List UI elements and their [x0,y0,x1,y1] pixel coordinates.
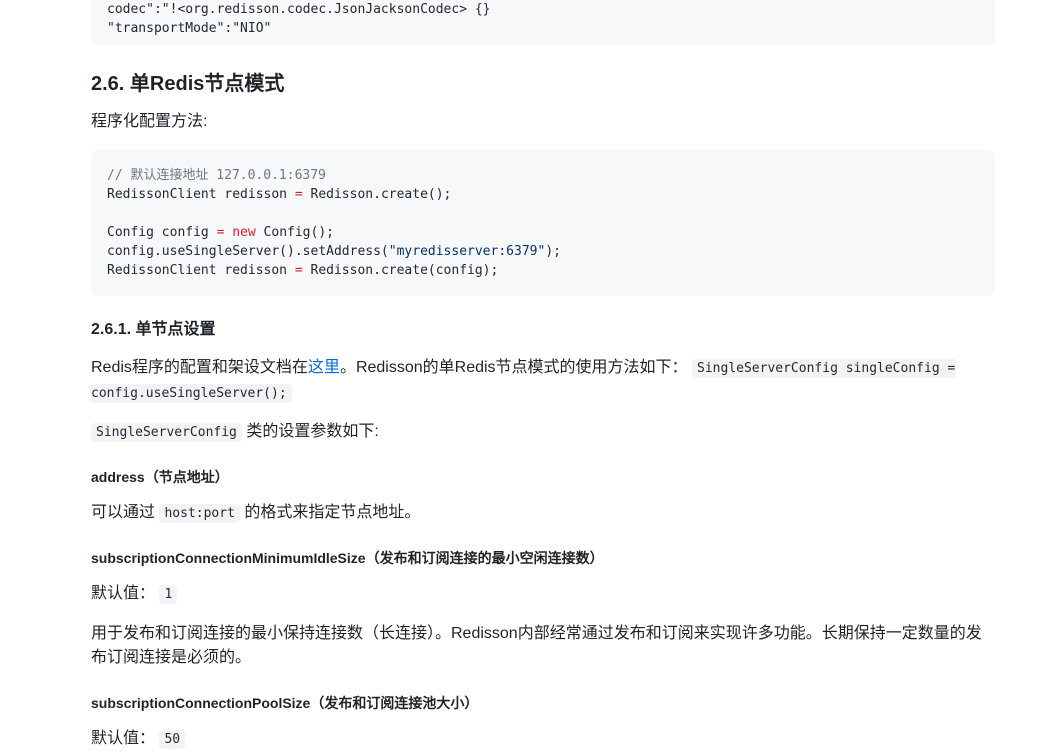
code-comment: // 默认连接地址 127.0.0.1:6379 [107,168,326,183]
code-line: RedissonClient redisson = Redisson.creat… [107,187,452,202]
param-heading-address: address（节点地址） [91,469,229,485]
code-line: codec":"!<org.redisson.codec.JsonJackson… [107,2,491,17]
config-doc-paragraph: Redis程序的配置和架设文档在这里。Redisson的单Redis节点模式的使… [91,359,956,403]
section-heading: 2.6. 单Redis节点模式 [91,73,285,95]
code-block-transport: codec":"!<org.redisson.codec.JsonJackson… [91,0,995,45]
param-default-pool-size: 默认值： 50 [91,727,995,752]
inline-code: host:port [159,504,240,523]
code-line: RedissonClient redisson = Redisson.creat… [107,263,499,278]
param-default-min-idle: 默认值： 1 [91,582,995,607]
inline-code: 50 [159,730,186,749]
intro-text: 程序化配置方法: [91,113,208,130]
code-line: "transportMode":"NIO" [107,21,272,36]
inline-code: SingleServerConfig [91,423,242,442]
param-description-min-idle: 用于发布和订阅连接的最小保持连接数（长连接）。Redisson内部经常通过发布和… [91,625,982,666]
code-block-single-server: // 默认连接地址 127.0.0.1:6379 RedissonClient r… [91,150,995,296]
inline-code: 1 [159,585,178,604]
code-line: Config config = new Config(); [107,225,334,240]
code-line: config.useSingleServer().setAddress("myr… [107,244,561,259]
config-params-intro: SingleServerConfig 类的设置参数如下: [91,420,995,445]
param-description-address: 可以通过 host:port 的格式来指定节点地址。 [91,504,421,523]
subsection-heading: 2.6.1. 单节点设置 [91,321,216,338]
param-heading-pool-size: subscriptionConnectionPoolSize（发布和订阅连接池大… [91,695,479,711]
param-heading-min-idle: subscriptionConnectionMinimumIdleSize（发布… [91,550,604,566]
docs-link[interactable]: 这里 [308,359,340,376]
